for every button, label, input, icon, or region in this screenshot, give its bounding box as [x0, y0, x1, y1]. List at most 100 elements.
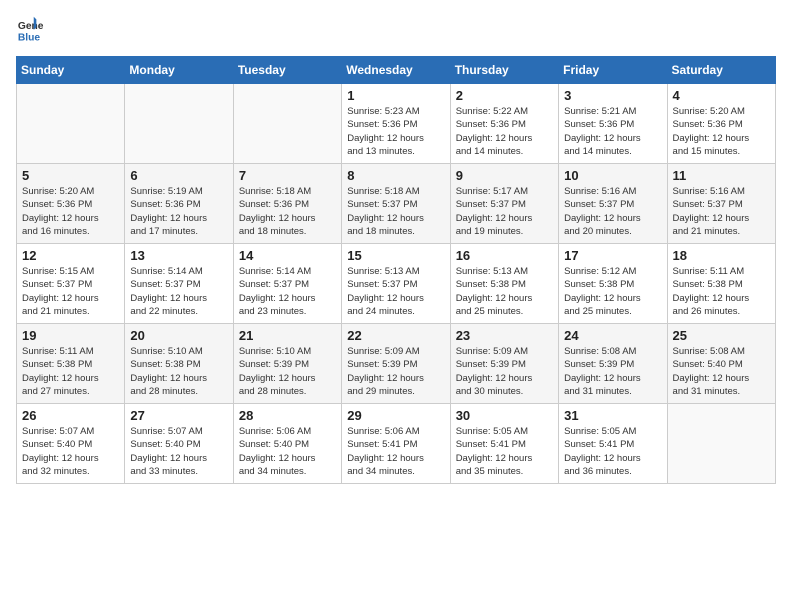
day-info: Sunrise: 5:08 AM Sunset: 5:40 PM Dayligh… — [673, 345, 770, 398]
calendar-day-16: 16 Sunrise: 5:13 AM Sunset: 5:38 PM Dayli… — [450, 244, 558, 324]
days-header-row: SundayMondayTuesdayWednesdayThursdayFrid… — [17, 57, 776, 84]
calendar-day-15: 15 Sunrise: 5:13 AM Sunset: 5:37 PM Dayli… — [342, 244, 450, 324]
day-number: 29 — [347, 408, 444, 423]
day-number: 16 — [456, 248, 553, 263]
calendar-day-6: 6Sunrise: 5:19 AM Sunset: 5:36 PM Daylig… — [125, 164, 233, 244]
day-info: Sunrise: 5:10 AM Sunset: 5:38 PM Dayligh… — [130, 345, 227, 398]
day-info: Sunrise: 5:08 AM Sunset: 5:39 PM Dayligh… — [564, 345, 661, 398]
calendar-day-19: 19 Sunrise: 5:11 AM Sunset: 5:38 PM Dayli… — [17, 324, 125, 404]
calendar-day-13: 13 Sunrise: 5:14 AM Sunset: 5:37 PM Dayli… — [125, 244, 233, 324]
day-info: Sunrise: 5:12 AM Sunset: 5:38 PM Dayligh… — [564, 265, 661, 318]
day-info: Sunrise: 5:11 AM Sunset: 5:38 PM Dayligh… — [673, 265, 770, 318]
calendar-week-4: 19 Sunrise: 5:11 AM Sunset: 5:38 PM Dayli… — [17, 324, 776, 404]
day-info: Sunrise: 5:14 AM Sunset: 5:37 PM Dayligh… — [130, 265, 227, 318]
calendar-table: SundayMondayTuesdayWednesdayThursdayFrid… — [16, 56, 776, 484]
day-number: 12 — [22, 248, 119, 263]
day-info: Sunrise: 5:20 AM Sunset: 5:36 PM Dayligh… — [673, 105, 770, 158]
calendar-day-12: 12 Sunrise: 5:15 AM Sunset: 5:37 PM Dayli… — [17, 244, 125, 324]
day-info: Sunrise: 5:14 AM Sunset: 5:37 PM Dayligh… — [239, 265, 336, 318]
day-info: Sunrise: 5:13 AM Sunset: 5:37 PM Dayligh… — [347, 265, 444, 318]
day-header-monday: Monday — [125, 57, 233, 84]
day-number: 1 — [347, 88, 444, 103]
empty-cell — [125, 84, 233, 164]
day-number: 26 — [22, 408, 119, 423]
day-number: 31 — [564, 408, 661, 423]
day-info: Sunrise: 5:11 AM Sunset: 5:38 PM Dayligh… — [22, 345, 119, 398]
day-info: Sunrise: 5:06 AM Sunset: 5:40 PM Dayligh… — [239, 425, 336, 478]
day-header-sunday: Sunday — [17, 57, 125, 84]
calendar-week-2: 5 Sunrise: 5:20 AM Sunset: 5:36 PM Daylig… — [17, 164, 776, 244]
day-info: Sunrise: 5:06 AM Sunset: 5:41 PM Dayligh… — [347, 425, 444, 478]
day-number: 21 — [239, 328, 336, 343]
empty-cell — [667, 404, 775, 484]
logo: General Blue — [16, 16, 48, 44]
day-info: Sunrise: 5:20 AM Sunset: 5:36 PM Dayligh… — [22, 185, 119, 238]
day-number: 3 — [564, 88, 661, 103]
calendar-day-18: 18 Sunrise: 5:11 AM Sunset: 5:38 PM Dayli… — [667, 244, 775, 324]
calendar-day-2: 2Sunrise: 5:22 AM Sunset: 5:36 PM Daylig… — [450, 84, 558, 164]
svg-text:Blue: Blue — [18, 32, 41, 43]
day-number: 13 — [130, 248, 227, 263]
day-number: 30 — [456, 408, 553, 423]
calendar-day-29: 29 Sunrise: 5:06 AM Sunset: 5:41 PM Dayli… — [342, 404, 450, 484]
svg-text:General: General — [18, 21, 44, 32]
day-info: Sunrise: 5:13 AM Sunset: 5:38 PM Dayligh… — [456, 265, 553, 318]
day-number: 11 — [673, 168, 770, 183]
day-info: Sunrise: 5:18 AM Sunset: 5:37 PM Dayligh… — [347, 185, 444, 238]
day-info: Sunrise: 5:07 AM Sunset: 5:40 PM Dayligh… — [22, 425, 119, 478]
calendar-day-17: 17 Sunrise: 5:12 AM Sunset: 5:38 PM Dayli… — [559, 244, 667, 324]
empty-cell — [233, 84, 341, 164]
day-number: 6 — [130, 168, 227, 183]
calendar-day-25: 25 Sunrise: 5:08 AM Sunset: 5:40 PM Dayli… — [667, 324, 775, 404]
day-header-tuesday: Tuesday — [233, 57, 341, 84]
day-number: 20 — [130, 328, 227, 343]
calendar-day-4: 4 Sunrise: 5:20 AM Sunset: 5:36 PM Daylig… — [667, 84, 775, 164]
calendar-day-7: 7 Sunrise: 5:18 AM Sunset: 5:36 PM Daylig… — [233, 164, 341, 244]
day-number: 5 — [22, 168, 119, 183]
day-header-wednesday: Wednesday — [342, 57, 450, 84]
calendar-day-30: 30Sunrise: 5:05 AM Sunset: 5:41 PM Dayli… — [450, 404, 558, 484]
day-info: Sunrise: 5:15 AM Sunset: 5:37 PM Dayligh… — [22, 265, 119, 318]
day-number: 14 — [239, 248, 336, 263]
day-header-friday: Friday — [559, 57, 667, 84]
day-info: Sunrise: 5:21 AM Sunset: 5:36 PM Dayligh… — [564, 105, 661, 158]
calendar-day-11: 11 Sunrise: 5:16 AM Sunset: 5:37 PM Dayli… — [667, 164, 775, 244]
day-info: Sunrise: 5:16 AM Sunset: 5:37 PM Dayligh… — [673, 185, 770, 238]
calendar-day-10: 10Sunrise: 5:16 AM Sunset: 5:37 PM Dayli… — [559, 164, 667, 244]
calendar-day-31: 31Sunrise: 5:05 AM Sunset: 5:41 PM Dayli… — [559, 404, 667, 484]
day-number: 15 — [347, 248, 444, 263]
calendar-day-20: 20 Sunrise: 5:10 AM Sunset: 5:38 PM Dayli… — [125, 324, 233, 404]
day-number: 24 — [564, 328, 661, 343]
day-header-saturday: Saturday — [667, 57, 775, 84]
day-info: Sunrise: 5:23 AM Sunset: 5:36 PM Dayligh… — [347, 105, 444, 158]
day-info: Sunrise: 5:09 AM Sunset: 5:39 PM Dayligh… — [347, 345, 444, 398]
calendar-week-5: 26 Sunrise: 5:07 AM Sunset: 5:40 PM Dayli… — [17, 404, 776, 484]
day-number: 25 — [673, 328, 770, 343]
day-number: 22 — [347, 328, 444, 343]
day-number: 9 — [456, 168, 553, 183]
calendar-day-22: 22 Sunrise: 5:09 AM Sunset: 5:39 PM Dayli… — [342, 324, 450, 404]
day-info: Sunrise: 5:16 AM Sunset: 5:37 PM Dayligh… — [564, 185, 661, 238]
page-header: General Blue — [16, 16, 776, 44]
day-info: Sunrise: 5:10 AM Sunset: 5:39 PM Dayligh… — [239, 345, 336, 398]
calendar-day-26: 26 Sunrise: 5:07 AM Sunset: 5:40 PM Dayli… — [17, 404, 125, 484]
calendar-day-1: 1 Sunrise: 5:23 AM Sunset: 5:36 PM Daylig… — [342, 84, 450, 164]
calendar-day-27: 27Sunrise: 5:07 AM Sunset: 5:40 PM Dayli… — [125, 404, 233, 484]
day-number: 7 — [239, 168, 336, 183]
calendar-day-8: 8Sunrise: 5:18 AM Sunset: 5:37 PM Daylig… — [342, 164, 450, 244]
calendar-day-24: 24 Sunrise: 5:08 AM Sunset: 5:39 PM Dayli… — [559, 324, 667, 404]
day-number: 23 — [456, 328, 553, 343]
day-number: 17 — [564, 248, 661, 263]
day-info: Sunrise: 5:09 AM Sunset: 5:39 PM Dayligh… — [456, 345, 553, 398]
day-number: 2 — [456, 88, 553, 103]
day-number: 28 — [239, 408, 336, 423]
calendar-week-1: 1 Sunrise: 5:23 AM Sunset: 5:36 PM Daylig… — [17, 84, 776, 164]
day-number: 27 — [130, 408, 227, 423]
calendar-day-9: 9Sunrise: 5:17 AM Sunset: 5:37 PM Daylig… — [450, 164, 558, 244]
day-number: 18 — [673, 248, 770, 263]
day-header-thursday: Thursday — [450, 57, 558, 84]
day-number: 19 — [22, 328, 119, 343]
calendar-day-3: 3 Sunrise: 5:21 AM Sunset: 5:36 PM Daylig… — [559, 84, 667, 164]
day-info: Sunrise: 5:18 AM Sunset: 5:36 PM Dayligh… — [239, 185, 336, 238]
day-number: 4 — [673, 88, 770, 103]
